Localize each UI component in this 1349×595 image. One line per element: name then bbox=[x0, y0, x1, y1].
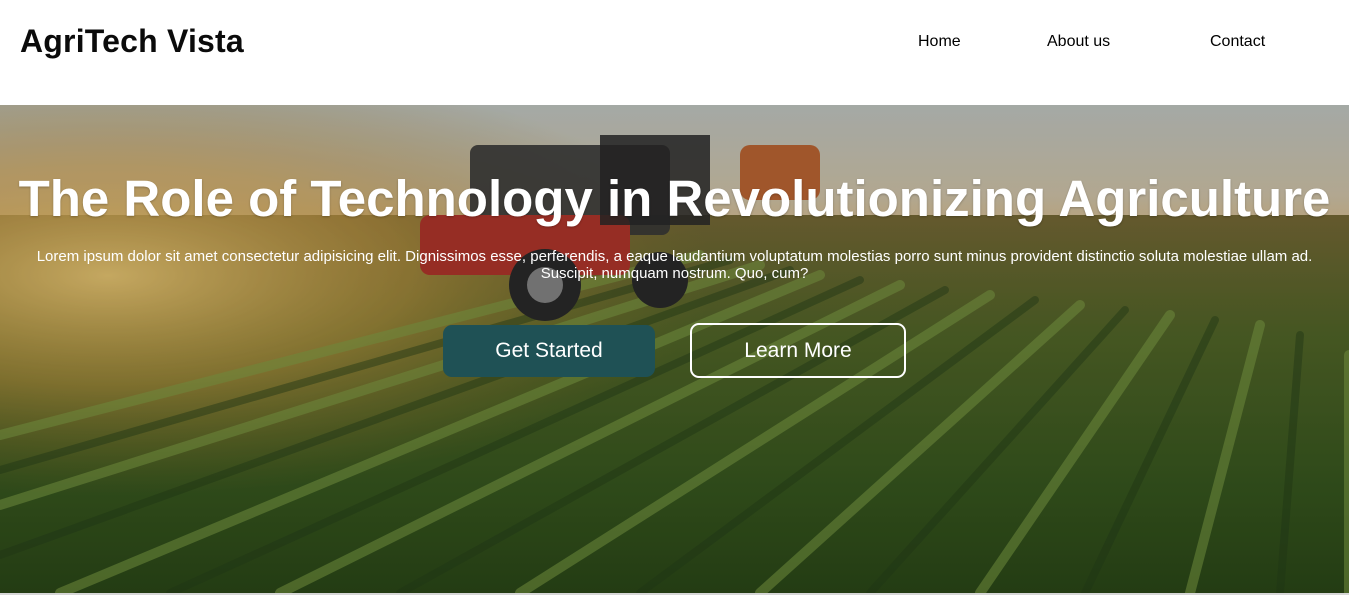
nav-contact-link[interactable]: Contact bbox=[1210, 33, 1265, 51]
hero-title: The Role of Technology in Revolutionizin… bbox=[18, 170, 1331, 227]
nav-about-link[interactable]: About us bbox=[1047, 33, 1110, 51]
site-header: AgriTech Vista Home About us Contact bbox=[0, 0, 1349, 105]
nav-home-link[interactable]: Home bbox=[918, 33, 961, 51]
get-started-button[interactable]: Get Started bbox=[443, 325, 655, 377]
hero-description: Lorem ipsum dolor sit amet consectetur a… bbox=[36, 248, 1313, 282]
site-logo[interactable]: AgriTech Vista bbox=[20, 23, 244, 60]
learn-more-button[interactable]: Learn More bbox=[690, 323, 906, 378]
hero-section: The Role of Technology in Revolutionizin… bbox=[0, 105, 1349, 593]
